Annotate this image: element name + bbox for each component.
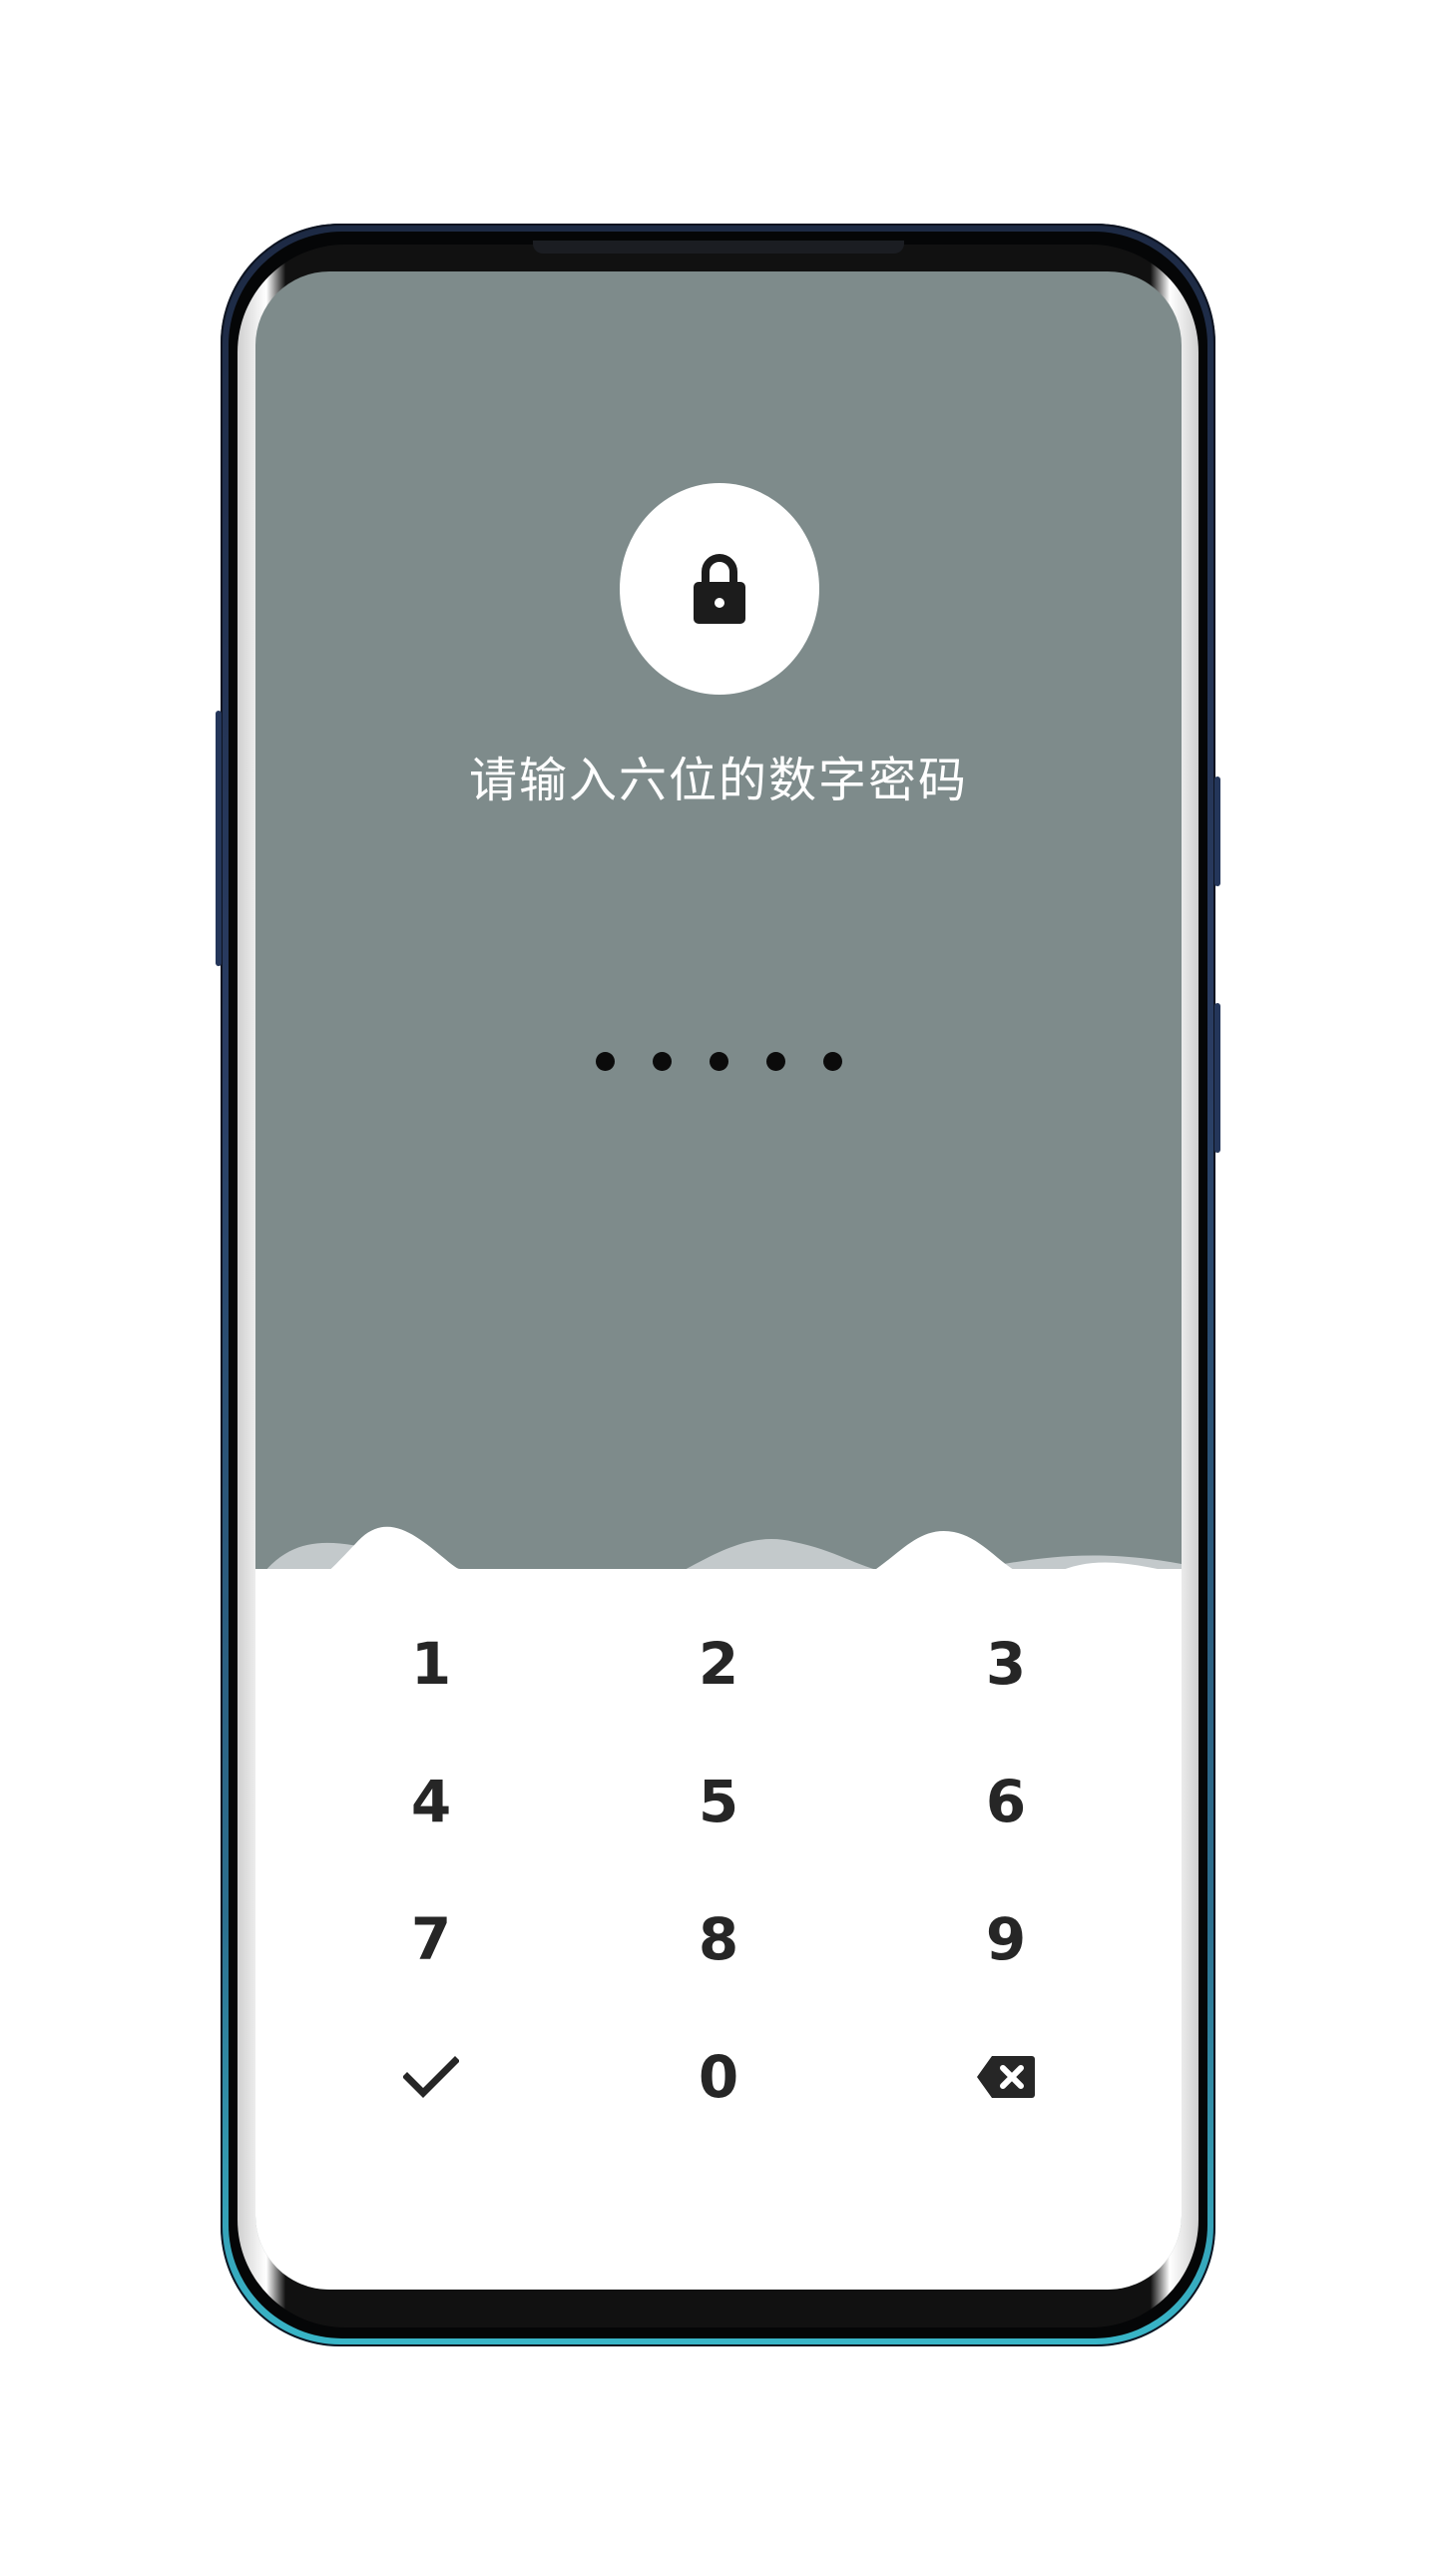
- key-6[interactable]: 6: [906, 1747, 1106, 1856]
- key-9[interactable]: 9: [906, 1884, 1106, 1994]
- delete-button[interactable]: [906, 2022, 1106, 2132]
- backspace-icon: [977, 2056, 1035, 2098]
- pin-dot: [652, 1052, 672, 1071]
- side-button-right-bottom: [1214, 1003, 1220, 1153]
- checkmark-icon: [403, 2056, 459, 2098]
- pin-prompt-text: 请输入六位的数字密码: [468, 753, 968, 808]
- key-0[interactable]: 0: [619, 2022, 818, 2132]
- key-5[interactable]: 5: [619, 1747, 818, 1856]
- lock-screen: 请输入六位的数字密码 1 2 3 4 5 6 7 8 9 0: [255, 271, 1182, 2290]
- pin-dot: [709, 1052, 728, 1071]
- key-8[interactable]: 8: [619, 1884, 818, 1994]
- lock-icon: [694, 554, 745, 624]
- pin-dot: [822, 1052, 842, 1071]
- earpiece-speaker: [533, 241, 904, 254]
- key-4[interactable]: 4: [331, 1747, 531, 1856]
- confirm-button[interactable]: [331, 2022, 531, 2132]
- key-1[interactable]: 1: [331, 1609, 531, 1719]
- key-3[interactable]: 3: [906, 1609, 1106, 1719]
- pin-dot: [595, 1052, 615, 1071]
- key-7[interactable]: 7: [331, 1884, 531, 1994]
- side-button-left: [216, 711, 222, 966]
- pin-dot: [765, 1052, 785, 1071]
- lock-badge: [620, 483, 819, 695]
- pin-indicator: [255, 1050, 1182, 1074]
- device-mockup: 请输入六位的数字密码 1 2 3 4 5 6 7 8 9 0: [0, 0, 1437, 2576]
- key-2[interactable]: 2: [619, 1609, 818, 1719]
- numeric-keypad: 1 2 3 4 5 6 7 8 9 0: [255, 1609, 1182, 2168]
- side-button-right-top: [1214, 776, 1220, 886]
